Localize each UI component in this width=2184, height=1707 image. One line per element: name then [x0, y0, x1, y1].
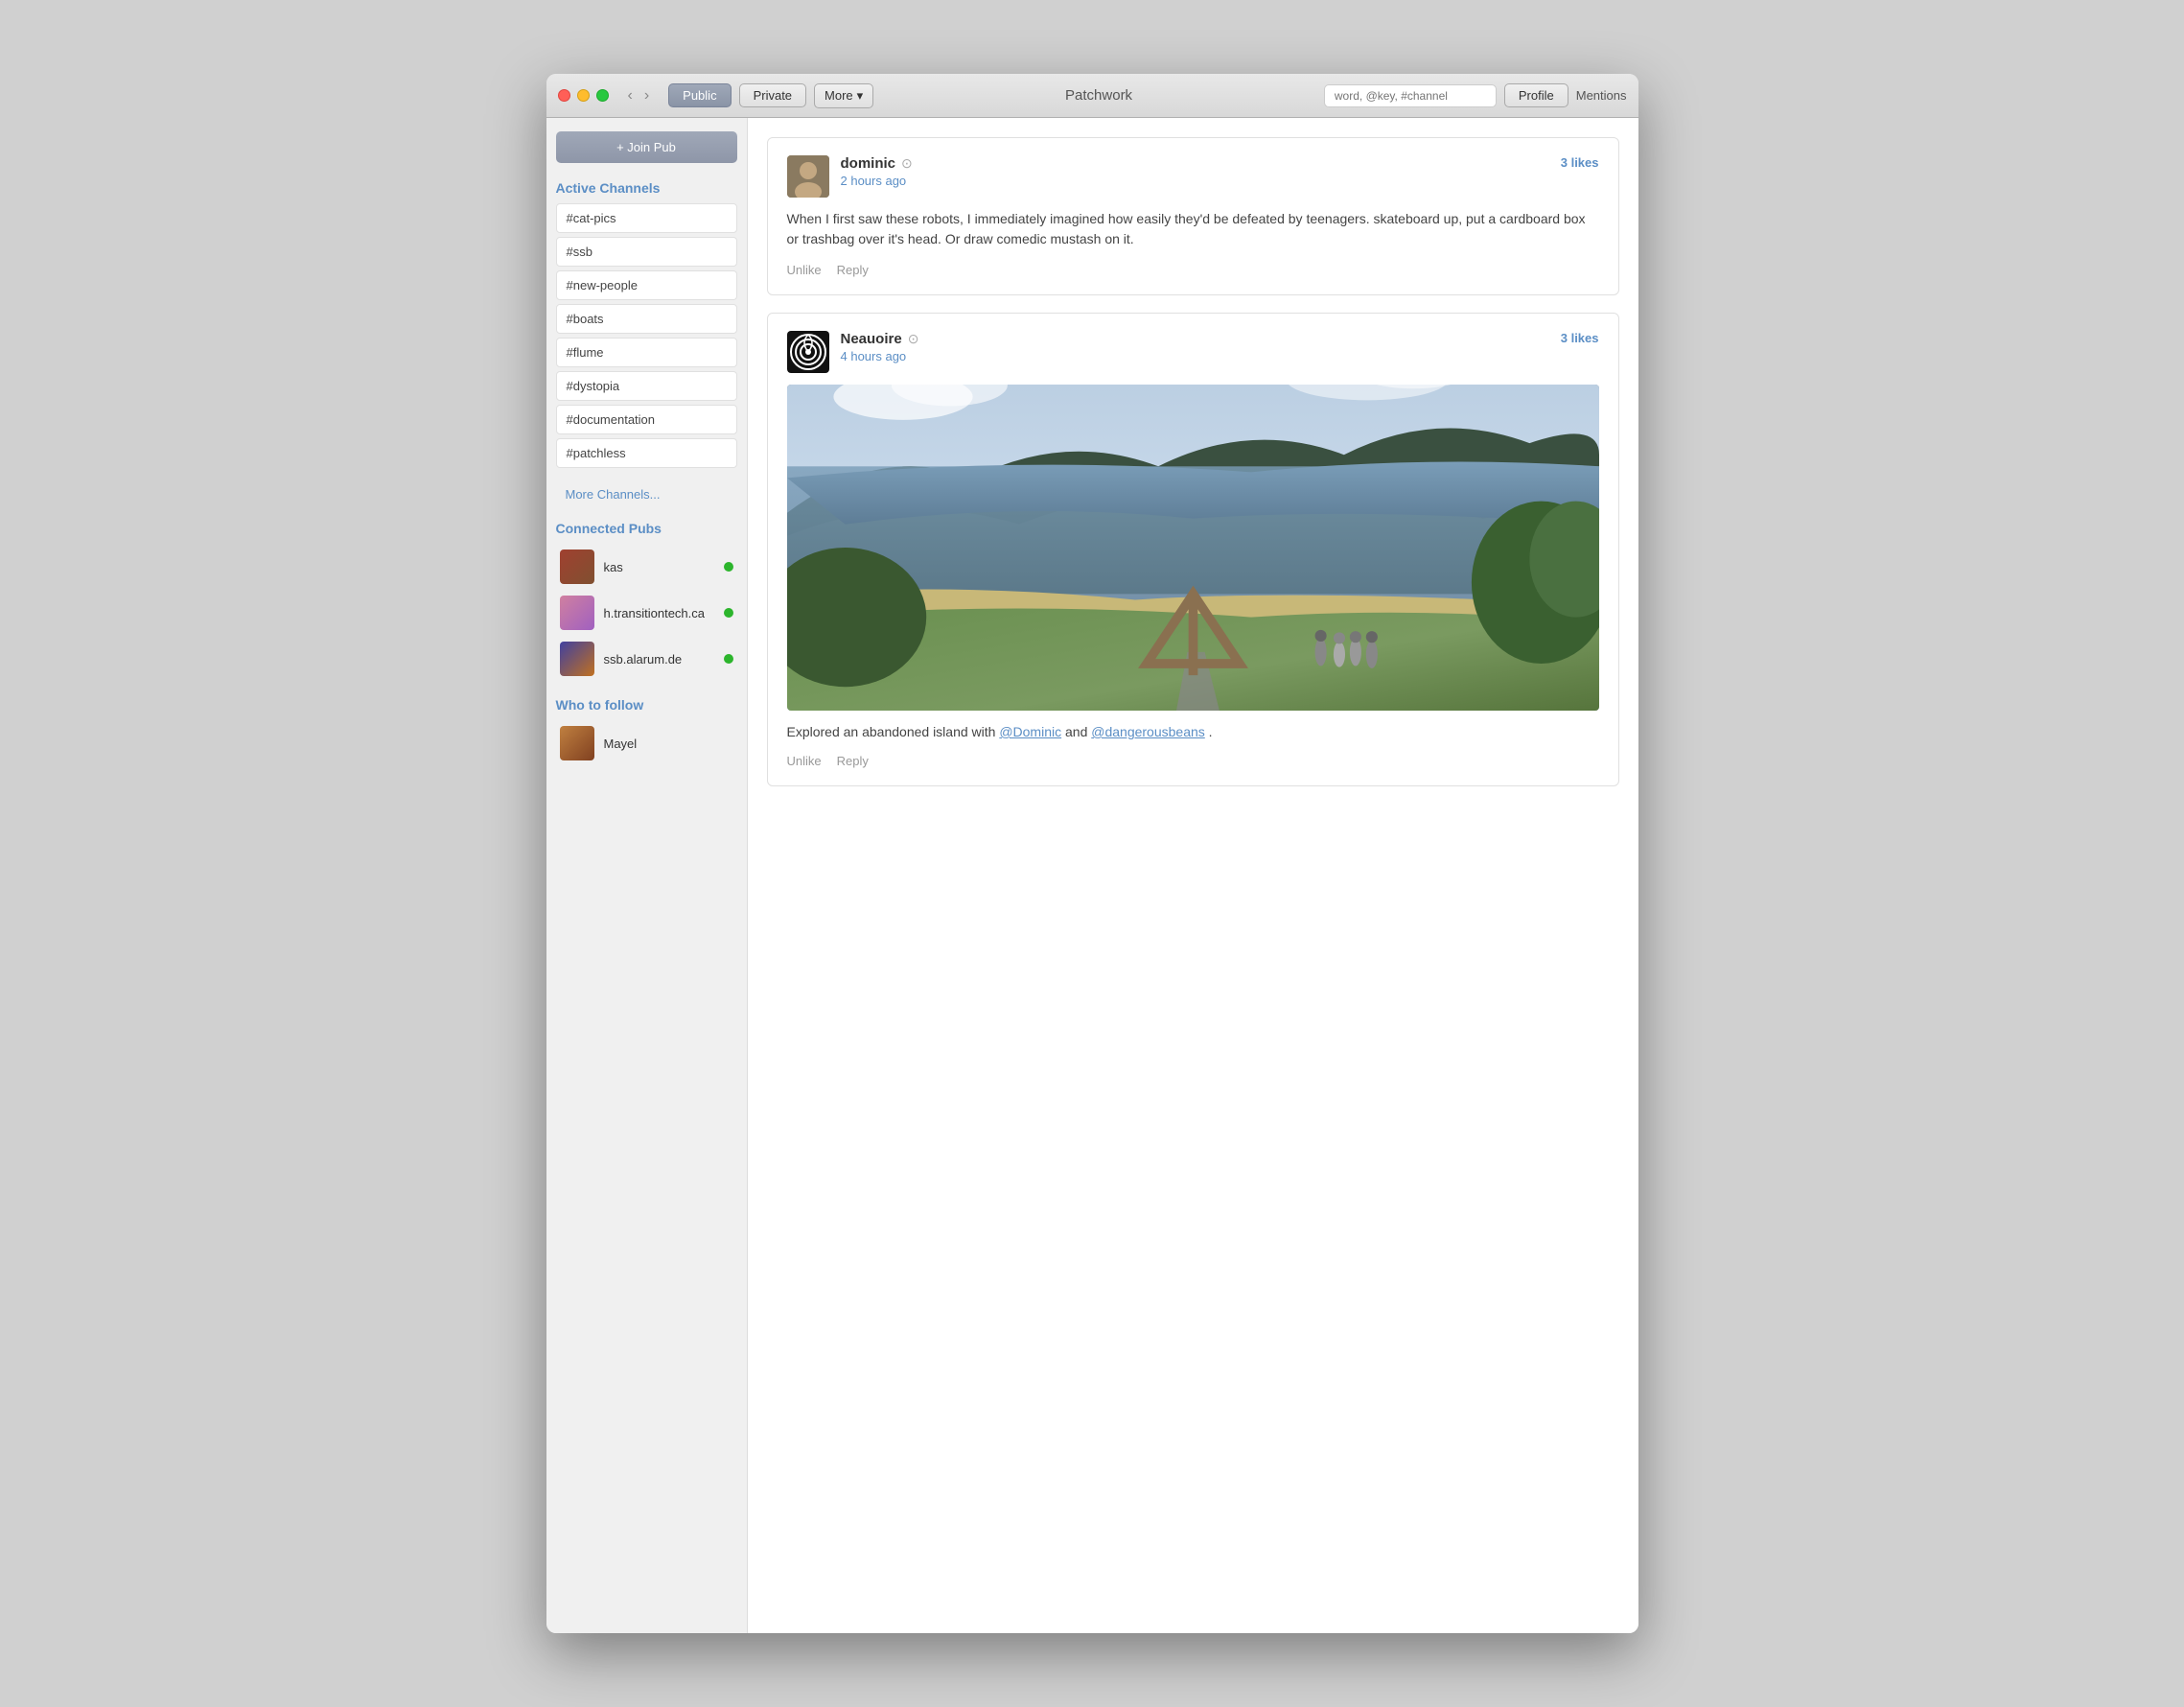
- who-to-follow-section: Who to follow Mayel: [556, 697, 737, 766]
- more-channels-link[interactable]: More Channels...: [556, 483, 737, 505]
- mention-dangerousbeans[interactable]: @dangerousbeans: [1091, 724, 1205, 739]
- caption-mid: and: [1065, 724, 1091, 739]
- titlebar: ‹ › Public Private More ▾ Patchwork Prof…: [546, 74, 1638, 118]
- app-title: Patchwork: [881, 87, 1316, 104]
- more-label: More: [825, 88, 853, 103]
- channel-item[interactable]: #new-people: [556, 270, 737, 300]
- post-author-2: Neauoire ⊙: [841, 331, 1561, 347]
- pub-avatar-ssb: [560, 642, 594, 676]
- channel-item[interactable]: #patchless: [556, 438, 737, 468]
- follow-item-mayel[interactable]: Mayel: [556, 720, 737, 766]
- post-header-2: Neauoire ⊙ 4 hours ago 3 likes: [787, 331, 1599, 373]
- post-avatar-neauoire: [787, 331, 829, 373]
- post-meta-1: dominic ⊙ 2 hours ago: [841, 155, 1561, 188]
- ssb-avatar-image: [560, 642, 594, 676]
- post-author-name-1: dominic: [841, 155, 896, 172]
- search-input[interactable]: [1324, 84, 1497, 107]
- close-button[interactable]: [558, 89, 570, 102]
- pub-status-kas: [724, 562, 733, 572]
- nav-arrows: ‹ ›: [624, 85, 654, 106]
- post-likes-2[interactable]: 3 likes: [1561, 331, 1599, 345]
- post-time-2: 4 hours ago: [841, 349, 1561, 363]
- mentions-button[interactable]: Mentions: [1576, 88, 1627, 103]
- neauoire-avatar-image: [787, 331, 829, 373]
- unlike-button-2[interactable]: Unlike: [787, 754, 822, 768]
- join-pub-button[interactable]: + Join Pub: [556, 131, 737, 163]
- active-channels-title: Active Channels: [556, 180, 737, 196]
- post-image-2: [787, 385, 1599, 711]
- follow-avatar-mayel: [560, 726, 594, 760]
- pub-name-kas: kas: [604, 560, 714, 574]
- channel-item[interactable]: #cat-pics: [556, 203, 737, 233]
- reply-button-1[interactable]: Reply: [837, 263, 869, 277]
- mayel-avatar-image: [560, 726, 594, 760]
- who-to-follow-title: Who to follow: [556, 697, 737, 713]
- mention-dominic[interactable]: @Dominic: [999, 724, 1061, 739]
- sidebar: + Join Pub Active Channels #cat-pics #ss…: [546, 118, 748, 1633]
- app-window: ‹ › Public Private More ▾ Patchwork Prof…: [546, 74, 1638, 1633]
- back-button[interactable]: ‹: [624, 85, 637, 106]
- pub-name-transitiontech: h.transitiontech.ca: [604, 606, 714, 620]
- channel-item[interactable]: #flume: [556, 338, 737, 367]
- post-author-1: dominic ⊙: [841, 155, 1561, 172]
- pub-status-ssb: [724, 654, 733, 664]
- pub-avatar-kas: [560, 550, 594, 584]
- private-tab[interactable]: Private: [739, 83, 806, 107]
- channel-item[interactable]: #dystopia: [556, 371, 737, 401]
- pub-name-ssb: ssb.alarum.de: [604, 652, 714, 666]
- profile-button[interactable]: Profile: [1504, 83, 1568, 107]
- trans-avatar-image: [560, 596, 594, 630]
- pub-avatar-transitiontech: [560, 596, 594, 630]
- forward-button[interactable]: ›: [640, 85, 653, 106]
- maximize-button[interactable]: [596, 89, 609, 102]
- post-actions-1: Unlike Reply: [787, 263, 1599, 277]
- landscape-image: [787, 385, 1599, 711]
- post-author-name-2: Neauoire: [841, 331, 902, 347]
- post-caption-2: Explored an abandoned island with @Domin…: [787, 722, 1599, 742]
- post-header-1: dominic ⊙ 2 hours ago 3 likes: [787, 155, 1599, 198]
- minimize-button[interactable]: [577, 89, 590, 102]
- kas-avatar-image: [560, 550, 594, 584]
- pub-item-transitiontech[interactable]: h.transitiontech.ca: [556, 590, 737, 636]
- channel-item[interactable]: #boats: [556, 304, 737, 334]
- chevron-down-icon: ▾: [857, 88, 864, 104]
- traffic-lights: [558, 89, 609, 102]
- more-button[interactable]: More ▾: [814, 83, 873, 108]
- follow-name-mayel: Mayel: [604, 737, 638, 751]
- caption-after: .: [1209, 724, 1213, 739]
- pub-status-transitiontech: [724, 608, 733, 618]
- feed: dominic ⊙ 2 hours ago 3 likes When I fir…: [748, 118, 1638, 1633]
- pub-item-kas[interactable]: kas: [556, 544, 737, 590]
- landscape-svg: [787, 385, 1599, 711]
- caption-before: Explored an abandoned island with: [787, 724, 1000, 739]
- post-card-2: Neauoire ⊙ 4 hours ago 3 likes: [767, 313, 1619, 786]
- verified-icon-1: ⊙: [901, 155, 913, 172]
- reply-button-2[interactable]: Reply: [837, 754, 869, 768]
- post-avatar-dominic: [787, 155, 829, 198]
- pub-item-ssb[interactable]: ssb.alarum.de: [556, 636, 737, 682]
- post-card-1: dominic ⊙ 2 hours ago 3 likes When I fir…: [767, 137, 1619, 295]
- main-layout: + Join Pub Active Channels #cat-pics #ss…: [546, 118, 1638, 1633]
- verified-icon-2: ⊙: [908, 331, 919, 347]
- pub-list: kas h.transitiontech.ca ssb.alarum.de: [556, 544, 737, 682]
- post-meta-2: Neauoire ⊙ 4 hours ago: [841, 331, 1561, 363]
- post-time-1: 2 hours ago: [841, 174, 1561, 188]
- dominic-avatar-image: [787, 155, 829, 198]
- channel-item[interactable]: #documentation: [556, 405, 737, 434]
- post-likes-1[interactable]: 3 likes: [1561, 155, 1599, 170]
- channel-item[interactable]: #ssb: [556, 237, 737, 267]
- post-actions-2: Unlike Reply: [787, 754, 1599, 768]
- channel-list: #cat-pics #ssb #new-people #boats #flume…: [556, 203, 737, 468]
- public-tab[interactable]: Public: [668, 83, 731, 107]
- unlike-button-1[interactable]: Unlike: [787, 263, 822, 277]
- connected-pubs-title: Connected Pubs: [556, 521, 737, 536]
- post-body-1: When I first saw these robots, I immedia…: [787, 209, 1599, 249]
